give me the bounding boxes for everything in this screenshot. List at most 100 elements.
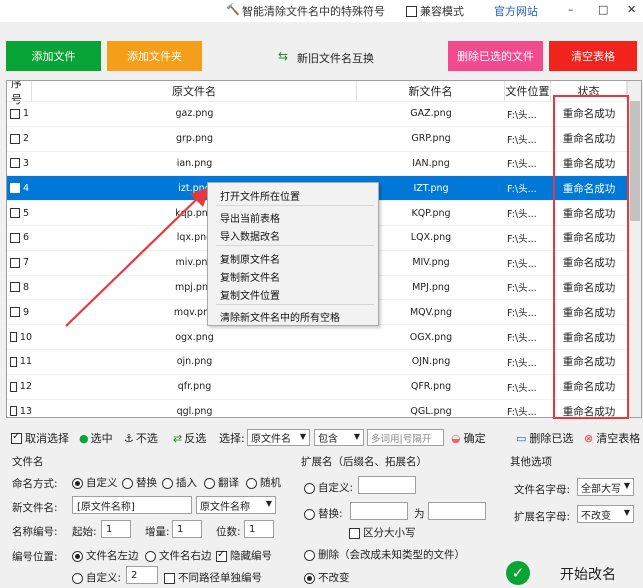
- mode-replace-radio[interactable]: 替换: [122, 475, 157, 490]
- digits-input[interactable]: 1: [244, 520, 274, 538]
- context-menu[interactable]: 打开文件所在位置 导出当前表格 导入数据改名 复制原文件名 复制新文件名 复制文…: [207, 182, 379, 326]
- menu-copy-orig-name[interactable]: 复制原文件名: [220, 251, 280, 266]
- maximize-icon[interactable]: □: [598, 3, 608, 16]
- cell-new-name: MIV.png: [412, 257, 450, 269]
- swap-names-button[interactable]: 新旧文件名互换: [297, 50, 374, 66]
- step-input[interactable]: 1: [172, 520, 202, 538]
- mode-random-radio[interactable]: 随机: [246, 475, 281, 490]
- ext-delete-radio[interactable]: 删除（会改成未知类型的文件）: [304, 547, 465, 562]
- ext-no-change-radio[interactable]: 不改变: [304, 570, 350, 585]
- invert-button[interactable]: ⇄ 反选: [173, 430, 206, 446]
- col-header-orig-name[interactable]: 原文件名: [32, 81, 357, 101]
- clear-table-small-button[interactable]: ⊗ 清空表格: [584, 430, 640, 446]
- cell-location: F:\头...: [507, 357, 537, 369]
- compat-mode-checkbox[interactable]: 兼容模式: [406, 3, 464, 19]
- col-header-new-name[interactable]: 新文件名: [357, 81, 505, 101]
- row-checkbox[interactable]: [10, 108, 20, 119]
- row-checkbox[interactable]: [10, 381, 17, 392]
- chevron-down-icon: ▼: [353, 432, 360, 441]
- mode-translate-radio[interactable]: 翻译: [204, 475, 239, 490]
- scrollbar-thumb[interactable]: [630, 101, 640, 221]
- custom-pos-input[interactable]: 2: [126, 566, 158, 584]
- website-link[interactable]: 官方网站: [494, 3, 538, 19]
- cell-location: F:\头...: [507, 134, 537, 146]
- select-button[interactable]: ● 选中: [79, 430, 113, 446]
- cell-orig-name-wrap: ojn.png: [32, 350, 357, 374]
- row-checkbox[interactable]: [10, 356, 17, 367]
- name-case-dropdown[interactable]: 全部大写 ▼: [577, 478, 634, 496]
- col-header-location[interactable]: 文件位置: [505, 81, 551, 101]
- menu-copy-location[interactable]: 复制文件位置: [220, 287, 280, 302]
- hide-number-checkbox[interactable]: 隐藏编号: [216, 548, 272, 563]
- cancel-select-label: 取消选择: [25, 432, 69, 445]
- unselect-button[interactable]: ⚓ 不选: [124, 430, 158, 446]
- add-folder-button[interactable]: 添加文件夹: [107, 41, 202, 71]
- invert-label: 反选: [184, 432, 207, 445]
- menu-export-table[interactable]: 导出当前表格: [220, 210, 280, 225]
- menu-open-location[interactable]: 打开文件所在位置: [220, 188, 300, 203]
- ext-case-dropdown[interactable]: 不改变 ▼: [577, 505, 634, 523]
- select-op-dropdown[interactable]: 包含 ▼: [314, 429, 364, 446]
- row-number: 9: [23, 306, 30, 318]
- ext-replace-radio[interactable]: 替换:: [304, 506, 343, 521]
- row-checkbox[interactable]: [10, 158, 20, 169]
- table-row[interactable]: 12 qfr.png QFR.png F:\头... 重命名成功: [7, 373, 627, 399]
- col-header-no[interactable]: 序号: [7, 81, 32, 106]
- case-sensitive-checkbox[interactable]: 区分大小写: [349, 525, 416, 540]
- row-number: 11: [19, 356, 32, 368]
- table-row[interactable]: 11 ojn.png OJN.png F:\头... 重命名成功: [7, 349, 627, 374]
- table-row[interactable]: 13 qgl.png QGL.png F:\头... 重命名成功: [7, 398, 627, 417]
- clear-table-button[interactable]: 清空表格: [549, 41, 637, 71]
- ext-custom-input[interactable]: [358, 476, 416, 494]
- cell-new-name-wrap: QGL.png: [357, 400, 505, 417]
- add-file-button[interactable]: 添加文件: [6, 41, 101, 71]
- menu-clear-spaces[interactable]: 清除新文件名中的所有空格: [220, 309, 340, 324]
- table-row[interactable]: 3 ian.png IAN.png F:\头... 重命名成功: [7, 150, 627, 176]
- cell-no: 8: [10, 276, 32, 300]
- table-row[interactable]: 2 grp.png GRP.png F:\头... 重命名成功: [7, 125, 627, 151]
- case-sensitive-label: 区分大小写: [363, 527, 416, 539]
- row-checkbox[interactable]: [10, 307, 20, 318]
- new-name-dropdown[interactable]: 原文件名称 ▼: [196, 496, 276, 514]
- pos-custom-radio[interactable]: 自定义:: [72, 570, 121, 585]
- delete-selected-files-button[interactable]: 删除已选的文件: [448, 41, 543, 71]
- pos-right-radio[interactable]: 文件名右边: [145, 548, 212, 563]
- pos-left-radio[interactable]: 文件名左边: [72, 548, 139, 563]
- row-checkbox[interactable]: [10, 232, 20, 243]
- ext-replace-from-input[interactable]: [350, 502, 408, 520]
- table-row[interactable]: 1 gaz.png GAZ.png F:\头... 重命名成功: [7, 101, 627, 126]
- separate-path-checkbox[interactable]: 不同路径单独编号: [164, 570, 262, 585]
- row-checkbox[interactable]: [10, 406, 17, 417]
- start-input[interactable]: 1: [101, 520, 131, 538]
- cell-new-name-wrap: MPJ.png: [357, 276, 505, 300]
- start-rename-button[interactable]: 开始改名: [560, 564, 616, 584]
- select-field-dropdown[interactable]: 原文件名 ▼: [247, 429, 310, 446]
- ext-replace-to-input[interactable]: [428, 502, 486, 520]
- table-scrollbar[interactable]: [627, 81, 641, 417]
- mode-custom-radio[interactable]: 自定义: [72, 475, 118, 490]
- menu-copy-new-name[interactable]: 复制新文件名: [220, 269, 280, 284]
- close-icon[interactable]: ✕: [627, 3, 636, 16]
- cell-new-name-wrap: KQP.png: [357, 201, 505, 225]
- cell-orig-name-wrap: grp.png: [32, 127, 357, 151]
- row-checkbox[interactable]: [10, 183, 20, 194]
- cell-location: F:\头...: [507, 283, 537, 295]
- menu-import-rename[interactable]: 导入数据改名: [220, 228, 280, 243]
- cell-no: 10: [10, 325, 32, 349]
- confirm-button[interactable]: ◒ 确定: [451, 430, 486, 446]
- delete-selected-button[interactable]: ▭ 删除已选: [516, 430, 573, 446]
- row-checkbox[interactable]: [10, 332, 17, 343]
- minimize-icon[interactable]: –: [568, 3, 574, 16]
- new-name-input[interactable]: [原文件名称]: [72, 496, 192, 514]
- row-checkbox[interactable]: [10, 133, 20, 144]
- ext-custom-radio[interactable]: 自定义:: [304, 480, 353, 495]
- row-checkbox[interactable]: [10, 208, 20, 219]
- search-input[interactable]: 多词用|号隔开: [367, 429, 444, 446]
- cancel-select-button[interactable]: 取消选择: [11, 430, 69, 446]
- row-checkbox[interactable]: [10, 257, 20, 268]
- select-op-value: 包含: [318, 434, 338, 445]
- mode-insert-radio[interactable]: 插入: [162, 475, 197, 490]
- start-check-icon: ✓: [506, 561, 530, 585]
- cell-orig-name: qfr.png: [177, 381, 212, 393]
- row-checkbox[interactable]: [10, 282, 20, 293]
